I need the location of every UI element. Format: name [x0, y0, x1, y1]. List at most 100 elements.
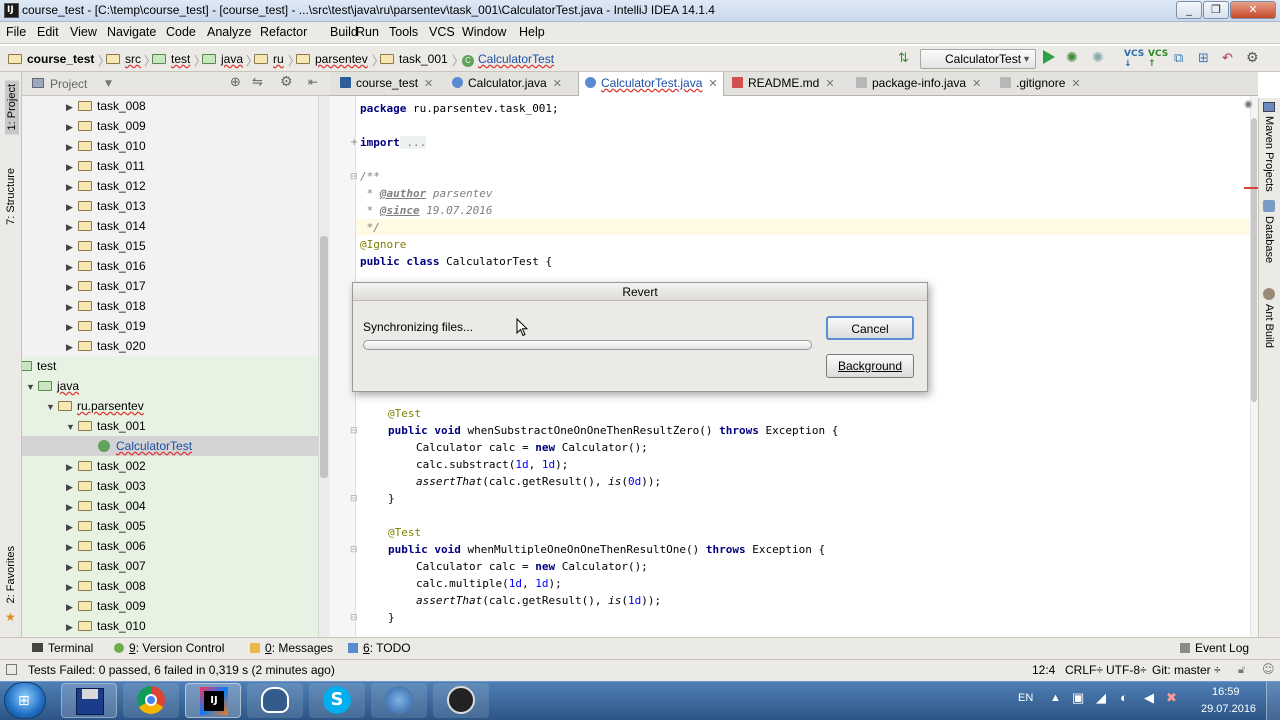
taskbar-intellij[interactable]: IJ: [185, 683, 241, 718]
tool-window-ant[interactable]: Ant Build: [1263, 304, 1275, 348]
tree-item-task_009[interactable]: ▶ task_009: [66, 116, 146, 136]
tab-readme-md[interactable]: README.md ✕: [726, 72, 848, 96]
network-icon[interactable]: ◢: [1096, 690, 1106, 706]
caret-position[interactable]: 12:4: [1032, 663, 1055, 677]
chevron-right-icon[interactable]: ▶: [66, 537, 78, 557]
tray-sync-icon[interactable]: ◐: [1120, 690, 1128, 705]
tab-package-info-java[interactable]: package-info.java ✕: [850, 72, 992, 96]
chevron-right-icon[interactable]: ▶: [66, 517, 78, 537]
tool-window-terminal[interactable]: Terminal: [32, 641, 93, 655]
tree-item-task_012[interactable]: ▶ task_012: [66, 176, 146, 196]
vcs-update-icon[interactable]: VCS ↓: [1124, 49, 1144, 69]
tab-calculator-java[interactable]: Calculator.java ✕: [446, 72, 576, 96]
chevron-right-icon[interactable]: ▶: [66, 477, 78, 497]
tool-window-todo[interactable]: 6: TODO: [348, 641, 411, 655]
build-arrows-icon[interactable]: ⇅: [898, 51, 909, 66]
vcs-commit-icon[interactable]: VCS ↑: [1148, 49, 1168, 69]
chevron-right-icon[interactable]: ▶: [66, 217, 78, 237]
menu-window[interactable]: Window: [462, 25, 506, 39]
chevron-right-icon[interactable]: ▶: [66, 597, 78, 617]
chevron-right-icon[interactable]: ▶: [66, 577, 78, 597]
chevron-down-icon[interactable]: ▼: [26, 377, 38, 397]
taskbar-chrome[interactable]: [123, 683, 179, 718]
breadcrumb-src[interactable]: src: [106, 52, 141, 66]
tab-calculatortest-java[interactable]: CalculatorTest.java ✕: [578, 72, 724, 96]
tree-item-task_014[interactable]: ▶ task_014: [66, 216, 146, 236]
tab-gitignore[interactable]: .gitignore ✕: [994, 72, 1090, 96]
chevron-down-icon[interactable]: ▼: [46, 397, 58, 417]
inspector-icon[interactable]: ☺: [1262, 662, 1275, 676]
tool-window-event-log[interactable]: Event Log: [1180, 641, 1249, 655]
chevron-down-icon[interactable]: ▼: [66, 417, 78, 437]
tray-expand-icon[interactable]: ▲: [1050, 692, 1061, 704]
tree-item-calculatortest[interactable]: CalculatorTest: [86, 436, 192, 456]
git-branch[interactable]: Git: master ÷: [1152, 663, 1221, 677]
menu-build[interactable]: Build: [330, 25, 358, 39]
tree-item-ru-parsentev[interactable]: ▼ ru.parsentev: [46, 396, 144, 416]
menu-run[interactable]: Run: [356, 25, 379, 39]
close-tab-icon[interactable]: ✕: [708, 78, 717, 90]
chevron-right-icon[interactable]: ▶: [66, 457, 78, 477]
lock-icon[interactable]: 🔓︎: [1238, 663, 1245, 677]
tool-window-messages[interactable]: 0: Messages: [250, 641, 333, 655]
settings-icon[interactable]: ⚙: [1246, 50, 1259, 66]
chevron-right-icon[interactable]: ▶: [66, 617, 78, 637]
chevron-right-icon[interactable]: ▶: [66, 137, 78, 157]
background-button[interactable]: Background: [826, 354, 914, 378]
tree-item-task_005[interactable]: ▶ task_005: [66, 516, 146, 536]
chevron-right-icon[interactable]: ▶: [66, 277, 78, 297]
chevron-right-icon[interactable]: ▶: [66, 257, 78, 277]
menu-edit[interactable]: Edit: [37, 25, 59, 39]
line-separator[interactable]: CRLF÷: [1065, 663, 1103, 677]
menu-file[interactable]: File: [6, 25, 26, 39]
tree-item-task_009[interactable]: ▶ task_009: [66, 596, 146, 616]
breadcrumb-calculatortest[interactable]: C CalculatorTest: [462, 52, 554, 67]
taskbar-obs[interactable]: [433, 683, 489, 718]
tree-item-task-001[interactable]: ▼ task_001: [66, 416, 146, 436]
tool-window-project[interactable]: 1: Project: [5, 80, 19, 135]
fold-icon[interactable]: ⊟: [350, 172, 358, 182]
coverage-icon[interactable]: ✺: [1092, 50, 1104, 66]
chevron-right-icon[interactable]: ▶: [66, 197, 78, 217]
chevron-right-icon[interactable]: ▶: [66, 497, 78, 517]
fold-icon[interactable]: ⊟: [350, 545, 358, 555]
menu-navigate[interactable]: Navigate: [107, 25, 156, 39]
tool-window-favorites[interactable]: 2: Favorites: [5, 546, 17, 603]
taskbar-thunderbird[interactable]: [371, 683, 427, 718]
fold-icon[interactable]: ⊟: [350, 613, 358, 623]
minimize-button[interactable]: _: [1176, 1, 1202, 19]
close-tab-icon[interactable]: ✕: [1071, 78, 1080, 90]
tree-scrollbar-thumb[interactable]: [320, 236, 328, 478]
inspection-eye-icon[interactable]: ◉: [1244, 99, 1253, 110]
tree-item-task_016[interactable]: ▶ task_016: [66, 256, 146, 276]
clock-time[interactable]: 16:59: [1212, 686, 1240, 698]
taskbar-pgadmin[interactable]: [247, 683, 303, 718]
close-tab-icon[interactable]: ✕: [553, 78, 562, 90]
tree-item-test[interactable]: ▼test: [22, 356, 56, 376]
compare-icon[interactable]: ⧉: [1174, 51, 1183, 66]
collapse-icon[interactable]: ⇋: [252, 75, 263, 90]
clock-date[interactable]: 29.07.2016: [1201, 703, 1256, 715]
chevron-right-icon[interactable]: ▶: [66, 177, 78, 197]
tree-item-task_010[interactable]: ▶ task_010: [66, 136, 146, 156]
tool-window-version-control[interactable]: 9: Version Control: [114, 641, 224, 655]
breadcrumb-course-test[interactable]: course_test: [8, 52, 94, 66]
tool-window-structure[interactable]: 7: Structure: [5, 168, 17, 225]
history-icon[interactable]: ⊞: [1198, 51, 1209, 66]
editor-scroll-thumb[interactable]: [1251, 118, 1257, 402]
gear-icon[interactable]: ⚙: [280, 74, 293, 90]
tree-item-java[interactable]: ▼ java: [26, 376, 79, 396]
breadcrumb-ru[interactable]: ru: [254, 52, 284, 66]
tree-item-task_007[interactable]: ▶ task_007: [66, 556, 146, 576]
menu-code[interactable]: Code: [166, 25, 196, 39]
volume-icon[interactable]: ◀: [1144, 690, 1154, 706]
menu-vcs[interactable]: VCS: [429, 25, 455, 39]
run-config-select[interactable]: CalculatorTest ▼: [920, 49, 1036, 69]
taskbar-explorer[interactable]: [61, 683, 117, 718]
tree-item-task_019[interactable]: ▶ task_019: [66, 316, 146, 336]
run-icon[interactable]: [1043, 50, 1055, 64]
chevron-right-icon[interactable]: ▶: [66, 297, 78, 317]
tree-item-task_003[interactable]: ▶ task_003: [66, 476, 146, 496]
taskbar-skype[interactable]: S: [309, 683, 365, 718]
fold-icon[interactable]: ⊟: [350, 426, 358, 436]
